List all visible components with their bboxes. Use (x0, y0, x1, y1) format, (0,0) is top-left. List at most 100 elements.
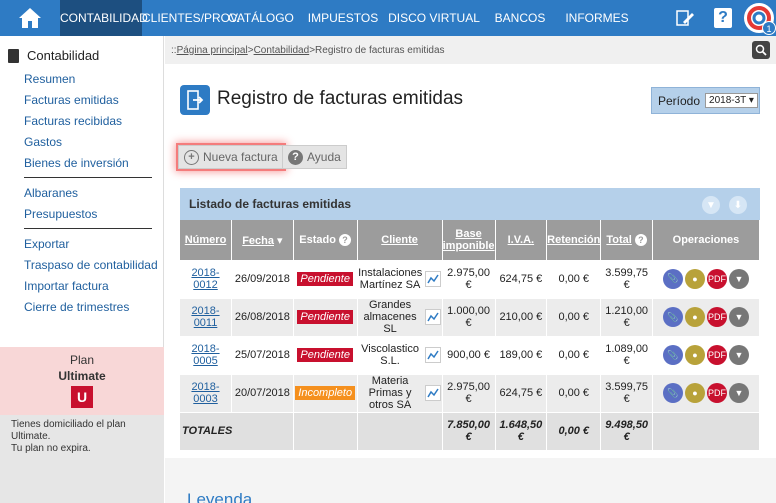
pdf-icon[interactable]: PDF (706, 345, 727, 365)
edit-icon[interactable] (670, 3, 700, 33)
estado-help-icon[interactable]: ? (339, 234, 352, 246)
home-icon[interactable] (0, 0, 60, 36)
user-avatar[interactable]: 1 (744, 3, 776, 35)
chevron-down-icon[interactable]: ▼ (728, 307, 749, 327)
chevron-down-icon[interactable]: ▼ (728, 268, 749, 289)
invoice-number[interactable]: 2018-0011 (180, 298, 233, 337)
nav-contabilidad[interactable]: CONTABILIDAD (60, 0, 148, 36)
nav-bancos[interactable]: BANCOS (480, 0, 560, 36)
breadcrumb-home[interactable]: Página principal (177, 45, 248, 56)
sidebar-item-cierre[interactable]: Cierre de trimestres (24, 297, 163, 318)
nav-catalogo[interactable]: CATÁLOGO (224, 0, 298, 36)
invoice-status: Pendiente (293, 298, 358, 337)
invoice-retencion: 0,00 € (546, 374, 602, 413)
plan-note: Tienes domiciliado el plan Ultimate. Tu … (0, 415, 164, 503)
sidebar-item-facturas-recibidas[interactable]: Facturas recibidas (24, 111, 163, 132)
attach-icon[interactable]: 📎 (662, 307, 683, 327)
nav-disco-virtual[interactable]: DISCO VIRTUAL (388, 0, 480, 36)
invoice-out-icon (180, 85, 210, 115)
col-retencion[interactable]: Retención (546, 220, 602, 260)
sidebar-section-title: Contabilidad (0, 36, 163, 63)
col-base[interactable]: Base imponible (442, 220, 496, 260)
col-estado[interactable]: Estado ? (293, 220, 358, 260)
coins-icon[interactable]: ● (684, 383, 705, 403)
pdf-icon[interactable]: PDF (706, 268, 727, 289)
sidebar-item-facturas-emitidas[interactable]: Facturas emitidas (24, 90, 163, 111)
sidebar-item-presupuestos[interactable]: Presupuestos (24, 204, 163, 225)
sidebar-item-gastos[interactable]: Gastos (24, 132, 163, 153)
table-row: 2018-0005 25/07/2018 Pendiente Viscolast… (180, 336, 761, 375)
invoice-number[interactable]: 2018-0012 (180, 260, 233, 299)
col-total[interactable]: Total ? (600, 220, 653, 260)
status-badge: Pendiente (297, 348, 353, 362)
sidebar-group-3: Exportar Traspaso de contabilidad Import… (0, 234, 163, 318)
sidebar-item-albaranes[interactable]: Albaranes (24, 183, 163, 204)
new-invoice-button[interactable]: + Nueva factura (178, 145, 284, 169)
attach-icon[interactable]: 📎 (662, 268, 683, 289)
sidebar-item-traspaso[interactable]: Traspaso de contabilidad (24, 255, 163, 276)
totals-total: 9.498,50 € (600, 412, 653, 451)
invoice-retencion: 0,00 € (546, 298, 602, 337)
coins-icon[interactable]: ● (684, 268, 705, 289)
invoice-base: 2.975,00 € (442, 260, 496, 299)
invoice-total: 3.599,75 € (600, 374, 653, 413)
col-fecha[interactable]: Fecha ▾ (231, 220, 294, 260)
pdf-icon[interactable]: PDF (706, 307, 727, 327)
chart-icon[interactable] (425, 270, 442, 287)
invoice-client: Grandes almacenes SL (357, 298, 443, 337)
page-title: Registro de facturas emitidas (217, 88, 464, 109)
invoice-base: 2.975,00 € (442, 374, 496, 413)
chart-icon[interactable] (425, 309, 442, 325)
attach-icon[interactable]: 📎 (662, 383, 683, 403)
pdf-icon[interactable]: PDF (706, 383, 727, 403)
invoice-status: Pendiente (293, 336, 358, 375)
coins-icon[interactable]: ● (684, 345, 705, 365)
top-nav: CONTABILIDAD CLIENTES/PROV. CATÁLOGO IMP… (0, 0, 776, 36)
nav-clientes[interactable]: CLIENTES/PROV. (142, 0, 240, 36)
invoice-total: 1.089,00 € (600, 336, 653, 375)
question-icon: ? (288, 149, 303, 165)
listing-title: Listado de facturas emitidas (189, 197, 352, 211)
nav-impuestos[interactable]: IMPUESTOS (298, 0, 388, 36)
invoice-number[interactable]: 2018-0003 (180, 374, 233, 413)
breadcrumb-section[interactable]: Contabilidad (254, 45, 310, 56)
chart-icon[interactable] (425, 347, 442, 363)
chevron-down-icon[interactable]: ▼ (728, 345, 749, 365)
col-iva[interactable]: I.V.A. (495, 220, 548, 260)
invoice-retencion: 0,00 € (546, 336, 602, 375)
invoice-total: 1.210,00 € (600, 298, 653, 337)
plan-box: Plan Ultimate U (0, 347, 164, 415)
download-icon[interactable]: ⬇ (729, 196, 747, 214)
nav-informes[interactable]: INFORMES (560, 0, 634, 36)
breadcrumb: :: Página principal > Contabilidad > Reg… (165, 36, 776, 64)
document-icon (8, 48, 19, 63)
chart-icon[interactable] (425, 385, 442, 401)
sidebar-item-resumen[interactable]: Resumen (24, 69, 163, 90)
invoice-number[interactable]: 2018-0005 (180, 336, 233, 375)
coins-icon[interactable]: ● (684, 307, 705, 327)
total-help-icon[interactable]: ? (634, 234, 647, 246)
sidebar-item-exportar[interactable]: Exportar (24, 234, 163, 255)
listing-header: Listado de facturas emitidas ▼ ⬇ (180, 188, 760, 220)
plan-label: Plan (69, 353, 95, 367)
invoice-total: 3.599,75 € (600, 260, 653, 299)
invoice-client: Viscolastico S.L. (357, 336, 443, 375)
help-button[interactable]: ? Ayuda (282, 145, 347, 169)
help-icon[interactable]: ? (708, 3, 738, 33)
nav-tools: ? 1 (662, 0, 776, 36)
sidebar-item-importar[interactable]: Importar factura (24, 276, 163, 297)
table-row: 2018-0012 26/09/2018 Pendiente Instalaci… (180, 260, 761, 299)
totals-iva: 1.648,50 € (495, 412, 548, 451)
chevron-down-icon[interactable]: ▼ (728, 383, 749, 403)
filter-icon[interactable]: ▼ (702, 196, 720, 214)
col-operaciones: Operaciones (652, 220, 761, 260)
invoice-operations: 📎 ● PDF ▼ (652, 336, 761, 375)
period-select[interactable]: 2018-3T ▾ (705, 93, 758, 108)
totals-label: TOTALES (180, 412, 294, 451)
attach-icon[interactable]: 📎 (662, 345, 683, 365)
col-cliente[interactable]: Cliente (357, 220, 443, 260)
sidebar-item-bienes-inversion[interactable]: Bienes de inversión (24, 153, 163, 174)
invoice-date: 20/07/2018 (231, 374, 294, 413)
search-icon[interactable] (752, 41, 770, 59)
col-numero[interactable]: Número (180, 220, 233, 260)
